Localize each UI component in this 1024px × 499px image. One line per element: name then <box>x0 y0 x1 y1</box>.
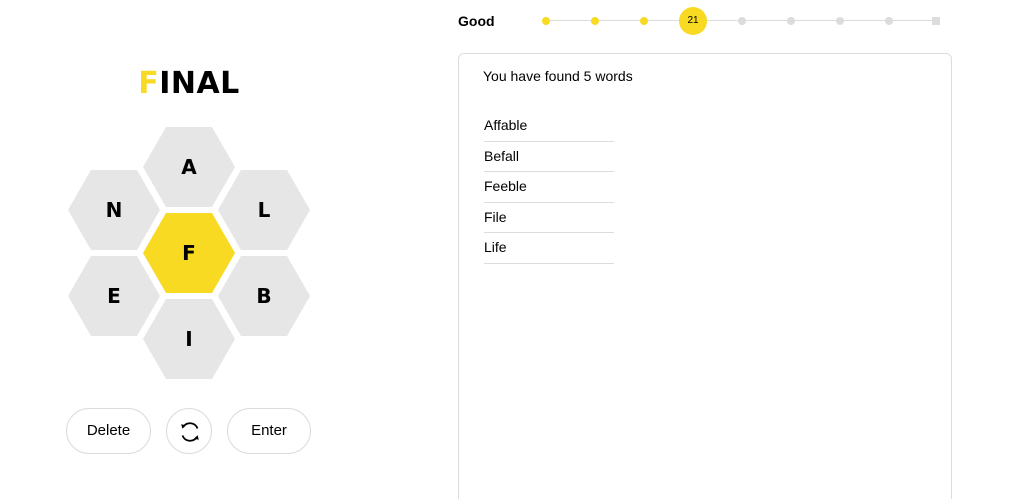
progress-level-dot <box>738 17 746 25</box>
progress-level-dot <box>542 17 550 25</box>
wordlist-panel: You have found 5 words Affable Befall Feeb… <box>458 53 952 499</box>
progress-score-marker: 21 <box>679 7 707 35</box>
input-rest-letters: INAL <box>159 66 240 101</box>
shuffle-button[interactable] <box>166 408 212 454</box>
wordlist-item: Feeble <box>484 172 614 203</box>
delete-button[interactable]: Delete <box>66 408 151 454</box>
hive: A N L F E B I <box>67 126 311 382</box>
progress-level-dot <box>591 17 599 25</box>
wordlist-item: Befall <box>484 142 614 172</box>
wordlist-heading: You have found 5 words <box>483 68 633 84</box>
progress-level-dot <box>885 17 893 25</box>
hive-letter: I <box>185 327 193 351</box>
input-center-letter: F <box>138 66 160 101</box>
wordlist-item: Life <box>484 233 614 264</box>
shuffle-icon <box>181 422 199 442</box>
rank-label: Good <box>458 13 495 29</box>
progress-level-dot <box>787 17 795 25</box>
input-word: FINAL <box>0 66 378 102</box>
enter-button[interactable]: Enter <box>227 408 311 454</box>
progress-level-dot <box>640 17 648 25</box>
wordlist-item: Affable <box>484 111 614 142</box>
wordlist-item: File <box>484 203 614 233</box>
wordlist-items: Affable Befall Feeble File Life <box>484 111 614 264</box>
progress-level-dot <box>932 17 940 25</box>
hive-cell-bottom[interactable]: I <box>143 299 235 379</box>
progress-level-dot <box>836 17 844 25</box>
